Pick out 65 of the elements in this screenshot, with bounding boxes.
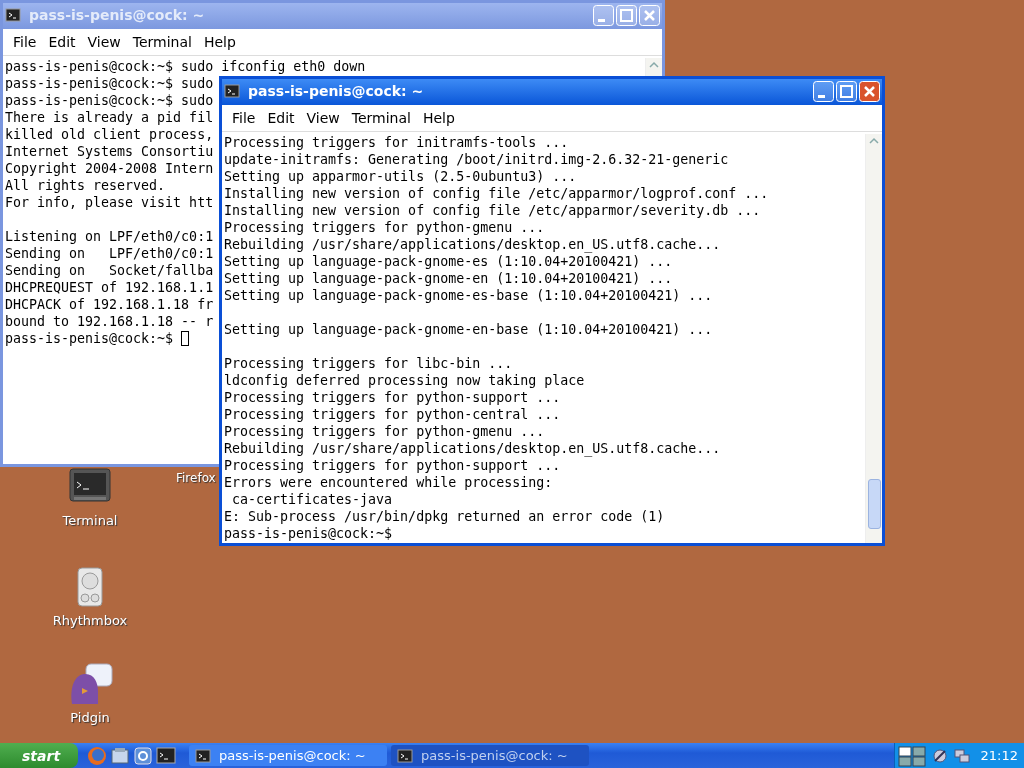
terminal-line: Processing triggers for python-support ... — [224, 389, 561, 406]
icon-label[interactable]: Terminal — [62, 513, 118, 528]
terminal-line: Installing new version of config file /etc/apparmor/logprof.conf ... — [224, 185, 769, 202]
terminal-line: pass-is-penis@cock:~$ — [224, 525, 393, 542]
menu-item[interactable]: File — [226, 110, 262, 126]
terminal-line: Rebuilding /usr/share/applications/desktop.en_US.utf8.cache... — [224, 236, 721, 253]
terminal-line: E: Sub-process /usr/bin/dpkg returned an error code (1) — [224, 508, 665, 525]
terminal-icon — [397, 748, 414, 763]
terminal-line: bound to 192.168.1.18 -- r — [5, 313, 214, 330]
app-icon[interactable] — [132, 744, 155, 767]
terminal-line: Setting up apparmor-utils (2.5-0ubuntu3) ... — [224, 168, 577, 185]
start-button[interactable]: start — [0, 743, 79, 768]
clock-time: 21:12 — [980, 748, 1018, 763]
terminal-icon — [5, 8, 21, 22]
menu-item[interactable]: Terminal — [345, 110, 417, 126]
maximize-icon[interactable] — [836, 80, 857, 102]
terminal-line: Processing triggers for python-gmenu ... — [224, 423, 545, 440]
scrollbar-thumb[interactable] — [867, 479, 881, 529]
terminal-line: Processing triggers for python-support ... — [224, 457, 561, 474]
terminal-line: Installing new version of config file /etc/apparmor/severity.db ... — [224, 202, 761, 219]
scrollbar[interactable] — [865, 134, 882, 543]
terminal-line: pass-is-penis@cock:~$ sudo ifconfig eth0 down — [5, 58, 366, 75]
terminal-line: Setting up language-pack-gnome-en-base (1:10.04+20100421) ... — [224, 321, 713, 338]
terminal-line: ldconfig deferred processing now taking place — [224, 372, 585, 389]
menu-item[interactable]: View — [300, 110, 346, 126]
terminal-line: Rebuilding /usr/share/applications/desktop.en_US.utf8.cache... — [224, 440, 721, 457]
terminal-line: Copyright 2004-2008 Intern — [5, 160, 214, 177]
terminal-line: Setting up language-pack-gnome-en (1:10.04+20100421) ... — [224, 270, 673, 287]
terminal-line: Processing triggers for python-gmenu ... — [224, 219, 545, 236]
window-title: pass-is-penis@cock: ~ — [248, 83, 425, 99]
terminal-line: All rights reserved. — [5, 177, 166, 194]
taskbar-button[interactable]: pass-is-penis@cock: ~ — [391, 745, 590, 766]
terminal-line: Internet Systems Consortiu — [5, 143, 214, 160]
terminal-line: ca-certificates-java — [231, 491, 393, 508]
terminal-line: Setting up language-pack-gnome-es (1:10.04+20100421) ... — [224, 253, 673, 270]
terminal-icon[interactable] — [155, 744, 178, 767]
terminal-line: DHCPREQUEST of 192.168.1.1 — [5, 279, 214, 296]
taskbar-button[interactable]: pass-is-penis@cock: ~ — [189, 745, 388, 766]
icon-label[interactable]: Rhythmbox — [52, 613, 128, 628]
terminal-line: pass-is-penis@cock:~$ sudo — [5, 75, 214, 92]
icon-label[interactable]: Firefox — [176, 471, 216, 485]
terminal-icon — [195, 748, 212, 763]
terminal-line: DHCPACK of 192.168.1.18 fr — [5, 296, 214, 313]
terminal-icon — [224, 84, 240, 98]
icon-label[interactable]: Pidgin — [70, 710, 110, 725]
menu-item[interactable]: Edit — [261, 110, 301, 126]
close-icon[interactable] — [859, 80, 880, 102]
terminal-line: killed old client process, — [5, 126, 214, 143]
terminal-line: Sending on Socket/fallba — [5, 262, 214, 279]
terminal-line: Sending on LPF/eth0/c0:1 — [5, 245, 214, 262]
terminal-line: For info, please visit htt — [5, 194, 214, 211]
workspace-switcher-icon[interactable] — [896, 744, 927, 767]
terminal-line: There is already a pid fil — [5, 109, 214, 126]
terminal-line: Processing triggers for python-central ... — [224, 406, 561, 423]
window-title: pass-is-penis@cock: ~ — [29, 7, 206, 23]
terminal-line: Processing triggers for initramfs-tools ... — [224, 134, 569, 151]
terminal-line: Listening on LPF/eth0/c0:1 — [5, 228, 214, 245]
terminal-line: Setting up language-pack-gnome-es-base (1:10.04+20100421) ... — [224, 287, 713, 304]
menu-item[interactable]: Help — [416, 110, 461, 126]
terminal-line: pass-is-penis@cock:~$ sudo — [5, 92, 214, 109]
terminal-line: update-initramfs: Generating /boot/initrd.img-2.6.32-21-generic — [224, 151, 729, 168]
terminal-line: Processing triggers for libc-bin ... — [224, 355, 513, 372]
minimize-icon[interactable] — [813, 80, 834, 102]
terminal-line: Errors were encountered while processing: — [224, 474, 553, 491]
terminal-line: pass-is-penis@cock:~$ — [5, 330, 175, 347]
